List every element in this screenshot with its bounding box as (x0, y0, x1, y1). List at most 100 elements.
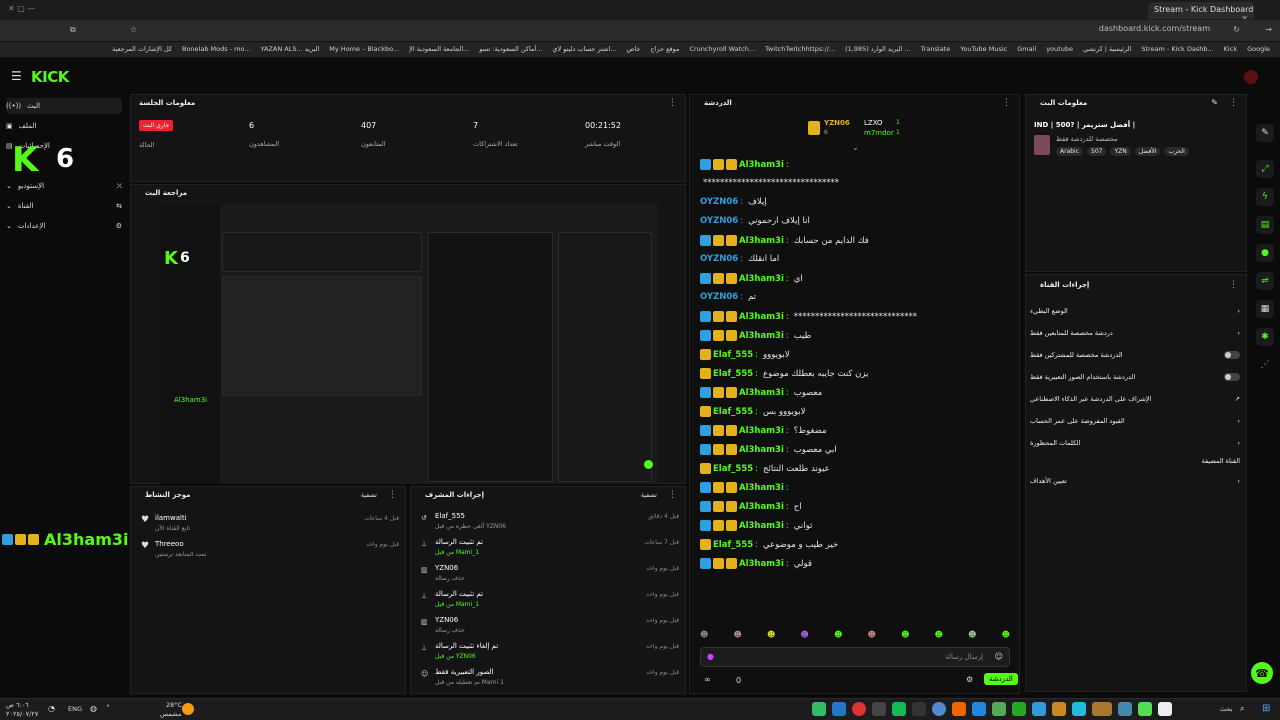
bookmark[interactable]: Translate (921, 45, 951, 54)
chat-message[interactable]: ******************************** (700, 178, 1009, 188)
chat-username[interactable]: Elaf_555 (713, 540, 753, 550)
app-icon[interactable] (992, 702, 1006, 716)
tab-stream-dashboard[interactable]: Stream - Kick Dashboard ✕ (1148, 2, 1254, 19)
app-icon[interactable] (1092, 702, 1112, 716)
bookmark[interactable]: موقع حراج (650, 45, 679, 54)
tag[interactable]: Arabic (1056, 147, 1084, 156)
app-icon[interactable] (972, 702, 986, 716)
wifi-icon[interactable]: ◔ (48, 704, 55, 713)
chat-username[interactable]: OYZN06 (700, 254, 738, 264)
tag[interactable]: الأفضل (1134, 147, 1161, 156)
chat-message[interactable]: Al3ham3i: ***************************** (700, 311, 1009, 322)
chat-message[interactable]: Elaf_555: لابويووو بس (700, 406, 1009, 417)
app-icon[interactable] (832, 702, 846, 716)
extensions-icon[interactable]: ⧉ (70, 25, 76, 35)
app-icon[interactable] (1052, 702, 1066, 716)
clipboard-icon[interactable]: ▤ (1256, 216, 1274, 234)
back-icon[interactable]: → (1265, 25, 1272, 34)
chat-username[interactable]: OYZN06 (700, 197, 738, 207)
emote-icon[interactable]: ☻ (935, 630, 943, 642)
bookmark[interactable]: Crunchyroll Watch... (689, 45, 755, 54)
chat-message[interactable]: Al3ham3i: طيب (700, 330, 1009, 341)
search-icon[interactable]: ⌕ (1240, 704, 1244, 714)
emote-icon[interactable]: ☻ (767, 630, 775, 642)
app-icon[interactable] (852, 702, 866, 716)
chat-message[interactable]: OYZN06: إيلاف (700, 197, 1009, 207)
chat-message[interactable]: Elaf_555: خير طيب و موضوعي (700, 539, 1009, 550)
share-icon[interactable]: ⋰ (1256, 356, 1274, 374)
action-followers-only[interactable]: دردشة مخصصة للمتابعين فقط › (1030, 325, 1240, 341)
app-icon[interactable] (872, 702, 886, 716)
bookmark[interactable]: Gmail (1017, 45, 1036, 54)
close-icon[interactable]: ✕ (1241, 14, 1248, 19)
action-banned-words[interactable]: الكلمات المحظورة › (1030, 435, 1240, 451)
tag[interactable]: 507 (1087, 147, 1107, 156)
chat-username[interactable]: Al3ham3i (739, 160, 784, 170)
emoji-icon[interactable]: ☺ (995, 652, 1003, 661)
chat-username[interactable]: Elaf_555 (713, 350, 753, 360)
chat-username[interactable]: Elaf_555 (713, 369, 753, 379)
app-icon[interactable] (1118, 702, 1132, 716)
chat-username[interactable]: Al3ham3i (739, 274, 784, 284)
expand-icon[interactable]: ⤢ (1256, 160, 1274, 178)
kebab-menu-icon[interactable]: ⋮ (668, 98, 677, 108)
emote-icon[interactable]: ☻ (834, 630, 842, 642)
link-icon[interactable]: ⇌ (1256, 272, 1274, 290)
avatar[interactable] (1244, 70, 1258, 84)
start-icon[interactable]: ⊞ (1262, 703, 1270, 714)
bookmark[interactable]: Bonelab Mods - mo... (182, 45, 251, 54)
url-input[interactable]: dashboard.kick.com/stream (1099, 24, 1210, 33)
bookmark[interactable]: Kick (1224, 45, 1237, 54)
chat-username[interactable]: Al3ham3i (739, 559, 784, 569)
action-account-age[interactable]: القيود المفروضة على عمر الحساب › (1030, 413, 1240, 429)
app-icon[interactable] (892, 702, 906, 716)
chat-message[interactable]: Al3ham3i: اح (700, 501, 1009, 512)
bookmark[interactable]: YouTube Music (960, 45, 1007, 54)
chevron-up-icon[interactable]: ˄ (106, 704, 110, 713)
chat-username[interactable]: Al3ham3i (739, 312, 784, 322)
chat-message[interactable]: Elaf_555: يزن كنت جايبه بعطلك موضوع (700, 368, 1009, 379)
emote-icon[interactable]: ☻ (801, 630, 809, 642)
bookmark[interactable]: YAZAN ALS... البريد (261, 45, 320, 54)
chat-username[interactable]: OYZN06 (700, 216, 738, 226)
bolt-icon[interactable]: ϟ (1256, 188, 1274, 206)
send-chat-button[interactable]: الدردشة (984, 673, 1018, 685)
kick-logo[interactable]: KICK (31, 68, 69, 86)
app-icon[interactable] (932, 702, 946, 716)
bookmark[interactable]: أماكن السعودية: تسو... (479, 45, 542, 54)
app-icon[interactable] (1072, 702, 1086, 716)
sidebar-item-settings[interactable]: ⌄ الإعدادات ⚙ (6, 218, 122, 234)
emote-icon[interactable]: ☻ (700, 630, 708, 642)
emote-icon[interactable]: ☻ (901, 630, 909, 642)
emote-icon[interactable]: ☻ (734, 630, 742, 642)
chat-message[interactable]: Al3ham3i: (700, 482, 1009, 493)
sidebar-item-live[interactable]: ((•)) البث (6, 98, 122, 114)
chat-message[interactable]: Al3ham3i: فك الدايم من حسابك (700, 235, 1009, 246)
tag[interactable]: الحرب (1164, 147, 1189, 156)
action-ai-moderation[interactable]: الإشراف على الدردشة عبر الذكاء الاصطناعي… (1030, 391, 1240, 407)
chat-username[interactable]: Al3ham3i (739, 388, 784, 398)
chat-username[interactable]: Al3ham3i (739, 483, 784, 493)
chat-username[interactable]: Al3ham3i (739, 331, 784, 341)
chat-username[interactable]: Al3ham3i (739, 521, 784, 531)
chat-username[interactable]: Elaf_555 (713, 407, 753, 417)
app-icon[interactable] (1032, 702, 1046, 716)
emote-icon[interactable]: ☻ (1002, 630, 1010, 642)
app-icon[interactable] (1158, 702, 1172, 716)
sidebar-item-channel[interactable]: ⌄ القناة ⇆ (6, 198, 122, 214)
mic-icon[interactable]: ● (707, 652, 714, 661)
filter-button[interactable]: تصفية (361, 491, 377, 499)
chat-username[interactable]: OYZN06 (700, 292, 738, 302)
subscribers-only-toggle[interactable] (1224, 351, 1240, 359)
app-icon[interactable] (812, 702, 826, 716)
bookmark[interactable]: اشتر حساب دليتو لاي... (552, 45, 616, 54)
chat-message[interactable]: OYZN06: انا إيلاف ارحموني (700, 216, 1009, 226)
chat-message[interactable]: Al3ham3i: قولي (700, 558, 1009, 569)
chat-message[interactable]: Al3ham3i: معصوب (700, 387, 1009, 398)
bookmark[interactable]: My Home – Blackbo... (329, 45, 399, 54)
chat-username[interactable]: Al3ham3i (739, 502, 784, 512)
kebab-menu-icon[interactable]: ⋮ (1002, 98, 1011, 108)
chat-message[interactable]: Elaf_555: لابويووو (700, 349, 1009, 360)
bookmark[interactable]: الرئيسية | كرنشي (1083, 45, 1131, 54)
chat-input[interactable]: ● إرسال رسالة ☺ (700, 647, 1010, 667)
